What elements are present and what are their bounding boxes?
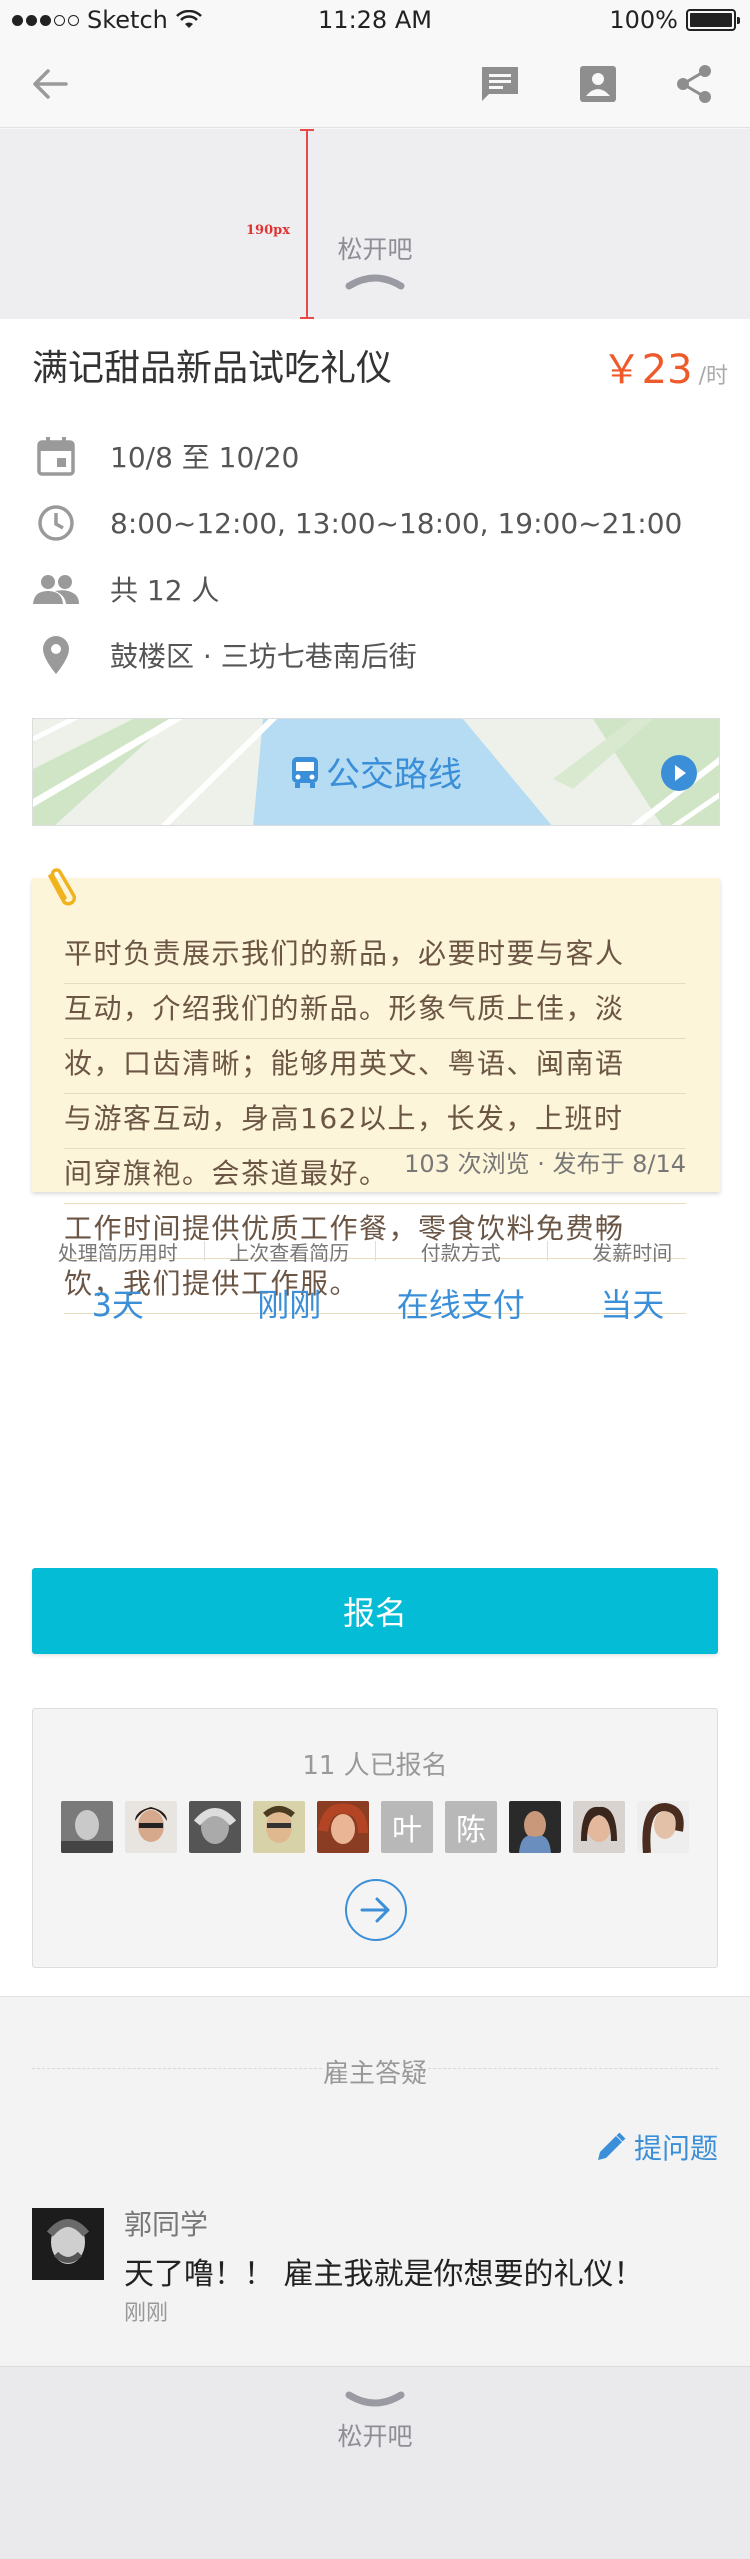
avatar-letter[interactable]: 叶 xyxy=(381,1801,433,1853)
avatar-letter[interactable]: 陈 xyxy=(445,1801,497,1853)
info-headcount: 共 12 人 xyxy=(32,565,219,613)
applicants-panel: 11 人已报名 叶 陈 xyxy=(32,1708,718,1968)
qa-header: 雇主答疑 xyxy=(32,2053,718,2089)
job-stats: 处理简历用时 3天 上次查看简历 刚刚 付款方式 在线支付 发薪时间 当天 xyxy=(32,1231,718,1331)
paperclip-icon xyxy=(48,868,76,906)
avatar[interactable] xyxy=(637,1801,689,1853)
battery-percent: 100% xyxy=(609,6,678,34)
applicant-count: 11 人已报名 xyxy=(302,1751,448,1781)
bus-route-text: 公交路线 xyxy=(326,755,462,795)
bus-route-label: 公交路线 xyxy=(33,747,719,796)
pull-to-load-bottom: 松开吧 xyxy=(0,2366,750,2559)
qa-user-name: 郭同学 xyxy=(124,2208,209,2241)
stat-value: 3天 xyxy=(91,1286,144,1324)
description-line: 平时负责展示我们的新品，必要时要与客人 xyxy=(64,929,686,984)
status-bar: Sketch 11:28 AM 100% xyxy=(0,0,750,40)
pencil-icon xyxy=(597,2132,626,2160)
stat-value: 在线支付 xyxy=(396,1286,525,1324)
bus-icon xyxy=(292,756,318,788)
stat-value: 刚刚 xyxy=(257,1286,322,1324)
headcount: 共 12 人 xyxy=(110,574,220,607)
avatar[interactable] xyxy=(125,1801,177,1853)
qa-time: 刚刚 xyxy=(124,2301,169,2326)
qa-title: 雇主答疑 xyxy=(322,2059,427,2089)
stat-label: 上次查看简历 xyxy=(229,1241,350,1265)
avatar[interactable] xyxy=(509,1801,561,1853)
chevron-down-icon xyxy=(345,2391,405,2407)
qa-content: 天了噜！！ 雇主我就是你想要的礼仪！ xyxy=(124,2257,644,2292)
date-range: 10/8 至 10/20 xyxy=(110,441,300,474)
applicant-avatars: 叶 陈 xyxy=(61,1801,689,1853)
measure-guide xyxy=(300,129,314,319)
location-pin-icon xyxy=(32,631,80,679)
stat-label: 付款方式 xyxy=(420,1241,501,1265)
chevron-up-icon xyxy=(345,274,405,290)
work-hours: 8:00~12:00, 13:00~18:00, 19:00~21:00 xyxy=(110,506,683,540)
battery-icon xyxy=(686,9,740,31)
description-line: 互动，介绍我们的新品。形象气质上佳，淡 xyxy=(64,984,686,1039)
stat-item: 发薪时间 当天 xyxy=(546,1231,719,1331)
info-hours: 8:00~12:00, 13:00~18:00, 19:00~21:00 xyxy=(32,499,682,547)
employer-qa: 雇主答疑 提问题 郭同学 天了噜！！ 雇主我就是你想要的礼仪！ 刚刚 xyxy=(0,1996,750,2366)
arrow-right-icon xyxy=(360,1897,390,1923)
stat-item: 付款方式 在线支付 xyxy=(375,1231,547,1331)
back-arrow-icon[interactable] xyxy=(28,62,72,106)
stat-label: 发薪时间 xyxy=(592,1241,673,1265)
calendar-icon xyxy=(32,432,80,480)
play-icon[interactable] xyxy=(661,755,697,791)
bus-route-map[interactable]: 公交路线 xyxy=(32,718,720,826)
people-icon xyxy=(32,565,80,613)
avatar[interactable] xyxy=(189,1801,241,1853)
qa-user-avatar[interactable] xyxy=(32,2208,104,2280)
view-all-applicants-button[interactable] xyxy=(345,1879,407,1941)
ask-question-button[interactable]: 提问题 xyxy=(596,2127,718,2167)
job-price: ￥23 /时 xyxy=(602,337,728,395)
status-right: 100% xyxy=(609,6,740,34)
info-location: 鼓楼区 · 三坊七巷南后街 xyxy=(32,631,417,679)
description-line: 与游客互动，身高162以上，长发，上班时 xyxy=(64,1094,686,1149)
signup-button[interactable]: 报名 xyxy=(32,1568,718,1654)
stat-item: 上次查看简历 刚刚 xyxy=(203,1231,376,1331)
release-hint-bottom: 松开吧 xyxy=(337,2422,413,2451)
price-unit: /时 xyxy=(698,364,728,389)
stat-item: 处理简历用时 3天 xyxy=(32,1231,204,1331)
avatar[interactable] xyxy=(61,1801,113,1853)
clock-icon xyxy=(32,499,80,547)
location: 鼓楼区 · 三坊七巷南后街 xyxy=(110,640,417,673)
release-hint: 松开吧 xyxy=(337,235,413,264)
ask-question-label: 提问题 xyxy=(633,2132,718,2165)
message-icon[interactable] xyxy=(478,62,522,106)
nav-bar xyxy=(0,40,750,128)
pull-to-refresh-top: 190px 松开吧 xyxy=(0,129,750,319)
price-value: ￥23 xyxy=(601,347,693,393)
stat-label: 处理简历用时 xyxy=(57,1241,178,1265)
avatar[interactable] xyxy=(253,1801,305,1853)
stat-value: 当天 xyxy=(600,1286,665,1324)
share-icon[interactable] xyxy=(672,62,716,106)
info-date: 10/8 至 10/20 xyxy=(32,432,299,480)
job-description-note: 平时负责展示我们的新品，必要时要与客人 互动，介绍我们的新品。形象气质上佳，淡 妆，… xyxy=(32,868,720,1314)
view-publish-meta: 103 次浏览 · 发布于 8/14 xyxy=(404,1150,686,1178)
job-title: 满记甜品新品试吃礼仪 xyxy=(32,348,393,389)
avatar[interactable] xyxy=(573,1801,625,1853)
contact-card-icon[interactable] xyxy=(576,62,620,106)
description-line: 妆，口齿清晰；能够用英文、粤语、闽南语 xyxy=(64,1039,686,1094)
avatar[interactable] xyxy=(317,1801,369,1853)
